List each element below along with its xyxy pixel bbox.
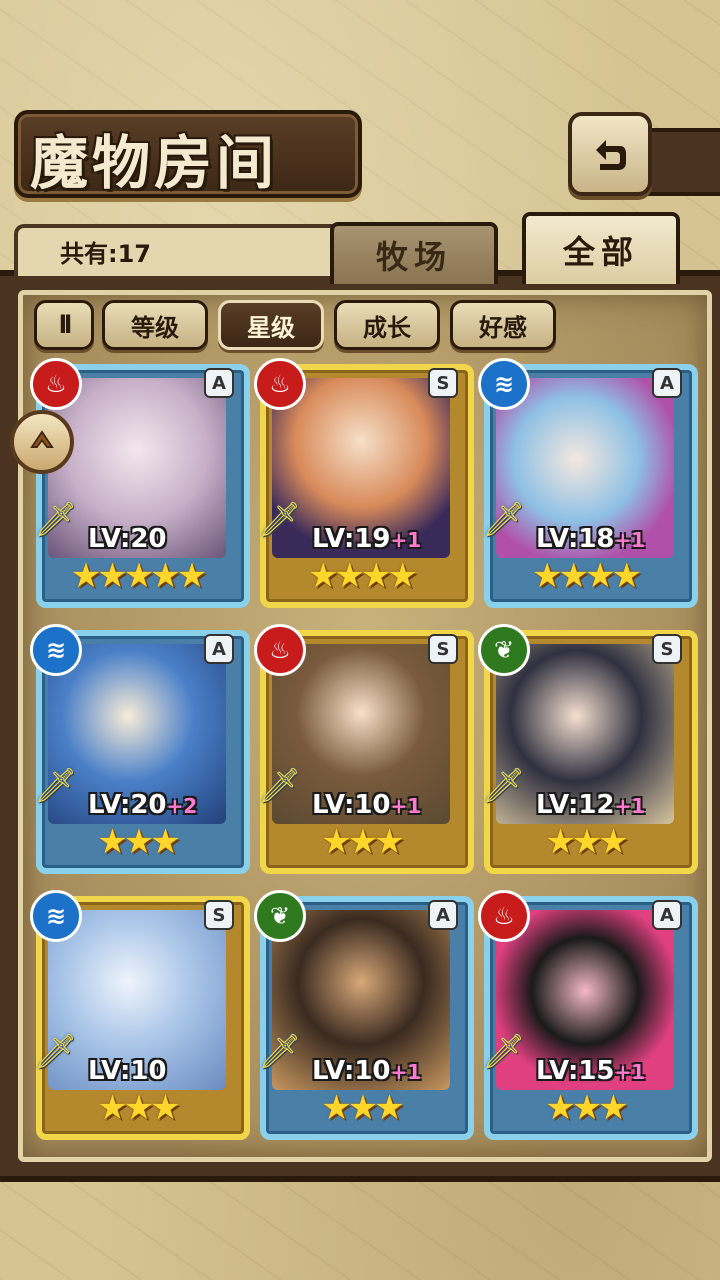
- star-rating: ★★★★★: [70, 556, 207, 596]
- sword-icon: 🗡: [258, 766, 302, 806]
- filter-stars[interactable]: 星级: [218, 300, 324, 350]
- rank-badge: S: [204, 900, 234, 930]
- map-footer: [0, 1170, 720, 1280]
- filter-growth[interactable]: 成长: [334, 300, 440, 350]
- sword-icon: 🗡: [258, 1032, 302, 1072]
- tab-ranch[interactable]: 牧场: [330, 222, 498, 284]
- leaf-element-icon: ❦: [254, 890, 306, 942]
- level-label: LV:10: [88, 1056, 167, 1086]
- corner-arrow-icon: [30, 430, 54, 448]
- rank-badge: S: [428, 634, 458, 664]
- monster-count: 共有:17: [60, 240, 151, 268]
- level-value: LV:20: [88, 790, 167, 820]
- level-value: LV:20: [88, 524, 167, 554]
- level-label: LV:20+2: [88, 790, 197, 820]
- rank-badge: A: [652, 368, 682, 398]
- level-value: LV:19: [312, 524, 391, 554]
- level-value: LV:10: [312, 790, 391, 820]
- monster-card[interactable]: ❦ S 🗡 LV:12+1 ★★★: [478, 624, 698, 874]
- star-rating: ★★★: [97, 1088, 180, 1128]
- monster-card[interactable]: ❦ A 🗡 LV:10+1 ★★★: [254, 890, 474, 1140]
- filter-level[interactable]: 等级: [102, 300, 208, 350]
- monster-card[interactable]: ≋ A 🗡 LV:18+1 ★★★★: [478, 358, 698, 608]
- monster-card[interactable]: ≋ S 🗡 LV:10 ★★★: [30, 890, 250, 1140]
- level-plus: +1: [614, 1060, 646, 1084]
- sword-icon: 🗡: [482, 766, 526, 806]
- monster-card[interactable]: ♨ S 🗡 LV:19+1 ★★★★: [254, 358, 474, 608]
- level-plus: +1: [614, 794, 646, 818]
- rank-badge: S: [652, 634, 682, 664]
- level-label: LV:12+1: [536, 790, 645, 820]
- level-plus: +1: [390, 1060, 422, 1084]
- side-arrow-tag[interactable]: [10, 410, 74, 474]
- rank-badge: A: [652, 900, 682, 930]
- sword-icon: 🗡: [34, 500, 78, 540]
- level-value: LV:18: [536, 524, 615, 554]
- back-arrow-icon: [596, 140, 626, 170]
- back-button[interactable]: [568, 112, 652, 196]
- water-element-icon: ≋: [478, 358, 530, 410]
- sword-icon: 🗡: [482, 500, 526, 540]
- star-rating: ★★★: [321, 1088, 404, 1128]
- level-label: LV:20: [88, 524, 167, 554]
- top-bar-decor: [640, 128, 720, 196]
- fire-element-icon: ♨: [30, 358, 82, 410]
- level-label: LV:10+1: [312, 790, 421, 820]
- water-element-icon: ≋: [30, 624, 82, 676]
- monster-card[interactable]: ♨ A 🗡 LV:15+1 ★★★: [478, 890, 698, 1140]
- rank-badge: A: [428, 900, 458, 930]
- leaf-element-icon: ❦: [478, 624, 530, 676]
- star-rating: ★★★: [321, 822, 404, 862]
- fire-element-icon: ♨: [478, 890, 530, 942]
- fire-element-icon: ♨: [254, 358, 306, 410]
- star-rating: ★★★★: [308, 556, 418, 596]
- level-plus: +1: [614, 528, 646, 552]
- filter-affinity[interactable]: 好感: [450, 300, 556, 350]
- rank-badge: A: [204, 368, 234, 398]
- rank-badge: S: [428, 368, 458, 398]
- sort-order-button[interactable]: ll: [34, 300, 94, 350]
- sword-icon: 🗡: [258, 500, 302, 540]
- level-value: LV:10: [312, 1056, 391, 1086]
- level-plus: +1: [390, 528, 422, 552]
- level-label: LV:10+1: [312, 1056, 421, 1086]
- level-label: LV:15+1: [536, 1056, 645, 1086]
- star-rating: ★★★: [545, 822, 628, 862]
- level-value: LV:12: [536, 790, 615, 820]
- sword-icon: 🗡: [482, 1032, 526, 1072]
- star-rating: ★★★: [545, 1088, 628, 1128]
- star-rating: ★★★★: [532, 556, 642, 596]
- tab-all[interactable]: 全部: [522, 212, 680, 284]
- page-title: 魔物房间: [30, 129, 279, 197]
- level-value: LV:10: [88, 1056, 167, 1086]
- sword-icon: 🗡: [34, 766, 78, 806]
- rank-badge: A: [204, 634, 234, 664]
- fire-element-icon: ♨: [254, 624, 306, 676]
- level-label: LV:18+1: [536, 524, 645, 554]
- sword-icon: 🗡: [34, 1032, 78, 1072]
- monster-card[interactable]: ≋ A 🗡 LV:20+2 ★★★: [30, 624, 250, 874]
- monster-card[interactable]: ♨ S 🗡 LV:10+1 ★★★: [254, 624, 474, 874]
- level-value: LV:15: [536, 1056, 615, 1086]
- level-plus: +2: [166, 794, 198, 818]
- level-label: LV:19+1: [312, 524, 421, 554]
- water-element-icon: ≋: [30, 890, 82, 942]
- level-plus: +1: [390, 794, 422, 818]
- star-rating: ★★★: [97, 822, 180, 862]
- monster-card[interactable]: ♨ A 🗡 LV:20 ★★★★★: [30, 358, 250, 608]
